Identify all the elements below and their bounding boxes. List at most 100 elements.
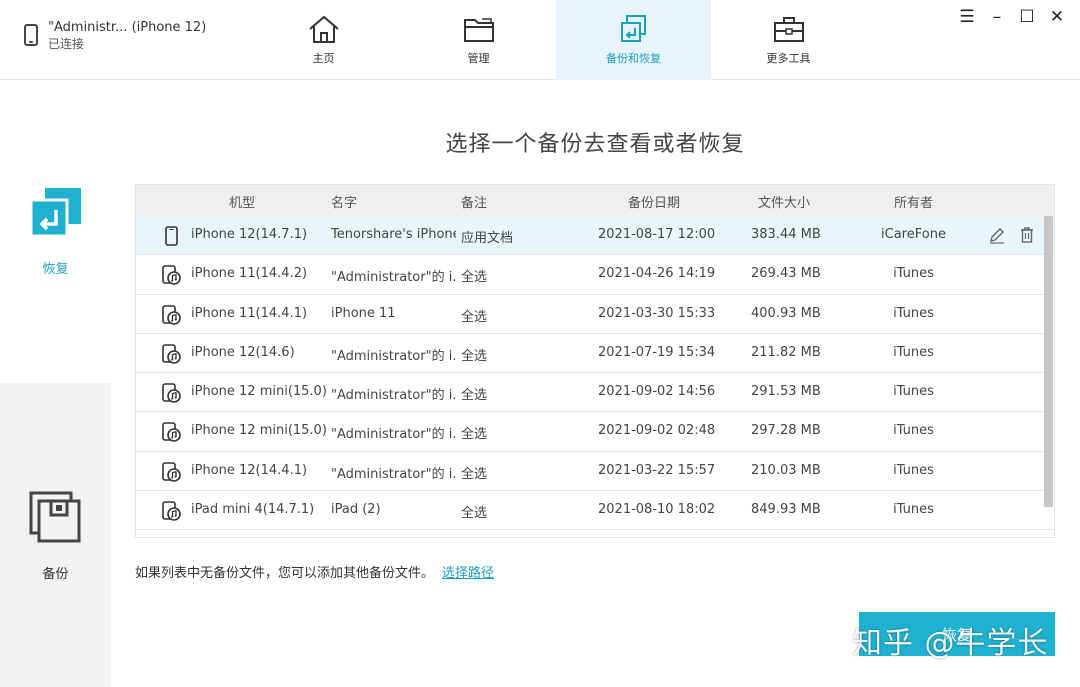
hint-text: 如果列表中无备份文件，您可以添加其他备份文件。 [135, 566, 435, 581]
col-size[interactable]: 文件大小 [758, 192, 810, 211]
cell-size: 291.53 MB [751, 384, 821, 400]
col-name[interactable]: 名字 [331, 192, 357, 211]
backup-table: 机型 名字 备注 备份日期 文件大小 所有者 iPhone 12(14.7.1)… [135, 184, 1055, 538]
edit-icon[interactable] [988, 226, 1006, 244]
cell-note: 全选 [461, 466, 488, 482]
phone-icon [160, 225, 182, 247]
cell-name: "Administrator"的 i... [331, 348, 456, 364]
cell-name: iPad (2) [331, 502, 381, 518]
table-row[interactable]: iPad mini 4(14.7.1) iPad (2) 全选 2021-08-10 … [136, 491, 1054, 531]
table-row[interactable]: iPhone 11(14.4.2) "Administrator"的 i... 全选… [136, 255, 1054, 295]
table-row[interactable]: iPhone 12 mini(15.0) "Administrator"的 i..… [136, 373, 1054, 413]
cell-name: "Administrator"的 i... [331, 388, 456, 404]
device-status: 已连接 [48, 37, 85, 51]
backup-restore-icon [620, 15, 646, 42]
itunes-backup-icon [160, 421, 182, 443]
sidebar-item-backup[interactable]: 备份 [0, 383, 111, 687]
col-note[interactable]: 备注 [461, 192, 487, 211]
cell-owner: iTunes [893, 423, 934, 439]
cell-note: 全选 [461, 506, 488, 522]
cell-name: Tenorshare's iPhone [331, 227, 456, 242]
top-bar: "Administr... (iPhone 12) 已连接 主页 管理 备份和恢… [0, 0, 1080, 80]
table-row[interactable]: iPhone 11(14.4.1) iPhone 11 全选 2021-03-30 1… [136, 295, 1054, 334]
cell-size: 297.28 MB [751, 423, 821, 439]
cell-name: iPhone 11 [331, 305, 396, 321]
sidebar: 恢复 备份 [0, 81, 111, 687]
itunes-backup-icon [160, 304, 182, 326]
close-icon[interactable]: ✕ [1042, 6, 1072, 28]
home-icon [308, 15, 339, 43]
cell-size: 400.93 MB [751, 305, 821, 321]
cell-note: 应用文档 [461, 231, 514, 246]
trash-icon[interactable] [1018, 226, 1036, 244]
cell-owner: iTunes [893, 266, 934, 282]
sidebar-backup-label: 备份 [42, 567, 69, 582]
maximize-icon[interactable]: ☐ [1012, 6, 1042, 28]
device-name: "Administr... (iPhone 12) [48, 20, 207, 35]
itunes-backup-icon [160, 343, 182, 365]
menu-icon[interactable]: ☰ [952, 6, 982, 28]
nav-backup-restore[interactable]: 备份和恢复 [556, 0, 711, 80]
cell-size: 269.43 MB [751, 266, 821, 282]
col-model[interactable]: 机型 [229, 192, 255, 211]
cell-owner: iTunes [893, 502, 934, 518]
table-row[interactable]: iPhone 12(14.7.1) Tenorshare's iPhone 应用文档… [136, 216, 1054, 256]
cell-note: 全选 [461, 388, 488, 404]
table-scrollbar[interactable] [1044, 216, 1053, 507]
table-row[interactable]: iPhone 12(14.4.1) "Administrator"的 i... 全选… [136, 452, 1054, 492]
restore-icon [29, 188, 81, 238]
nav-backup-restore-label: 备份和恢复 [606, 52, 661, 65]
itunes-backup-icon [160, 500, 182, 522]
cell-owner: iTunes [893, 384, 934, 400]
choose-path-link[interactable]: 选择路径 [442, 566, 494, 581]
minimize-icon[interactable]: – [982, 6, 1012, 28]
backup-icon [29, 491, 80, 543]
table-row[interactable]: iPhone 12 mini(15.0) "Administrator"的 i..… [136, 412, 1054, 452]
cell-note: 全选 [461, 270, 488, 286]
sidebar-item-restore[interactable]: 恢复 [0, 81, 111, 383]
nav-home[interactable]: 主页 [246, 0, 401, 80]
cell-note: 全选 [461, 309, 488, 325]
itunes-backup-icon [160, 461, 182, 483]
cell-model: iPhone 12(14.6) [191, 344, 295, 360]
cell-size: 383.44 MB [751, 227, 821, 242]
cell-date: 2021-08-17 12:00 [598, 227, 716, 242]
restore-button[interactable]: 恢复 [859, 612, 1055, 656]
page-title: 选择一个备份去查看或者恢复 [445, 132, 745, 157]
main-nav: 主页 管理 备份和恢复 更多工具 [246, 0, 866, 80]
col-date[interactable]: 备份日期 [628, 192, 680, 211]
cell-date: 2021-07-19 15:34 [598, 344, 716, 360]
cell-name: "Administrator"的 i... [331, 270, 456, 286]
phone-icon [24, 24, 38, 46]
cell-owner: iCareFone [881, 227, 946, 242]
table-row[interactable]: iPhone 12(14.6) "Administrator"的 i... 全选 20… [136, 334, 1054, 374]
col-owner[interactable]: 所有者 [894, 192, 933, 211]
hint-row: 如果列表中无备份文件，您可以添加其他备份文件。 选择路径 [135, 562, 494, 581]
nav-home-label: 主页 [312, 52, 335, 65]
cell-model: iPhone 11(14.4.2) [191, 266, 308, 282]
cell-owner: iTunes [893, 344, 934, 360]
row-actions [988, 226, 1036, 244]
cell-note: 全选 [461, 427, 488, 443]
itunes-backup-icon [160, 382, 182, 404]
table-header: 机型 名字 备注 备份日期 文件大小 所有者 [136, 185, 1054, 216]
cell-date: 2021-09-02 14:56 [598, 384, 716, 400]
cell-date: 2021-08-10 18:02 [598, 502, 716, 518]
cell-size: 211.82 MB [751, 344, 821, 360]
cell-model: iPhone 12(14.4.1) [191, 462, 308, 478]
cell-date: 2021-04-26 14:19 [598, 266, 716, 282]
sidebar-restore-label: 恢复 [42, 262, 69, 277]
cell-owner: iTunes [893, 462, 934, 478]
nav-more-tools-label: 更多工具 [766, 52, 811, 65]
cell-date: 2021-09-02 02:48 [598, 423, 716, 439]
toolbox-icon [773, 17, 804, 42]
cell-owner: iTunes [893, 305, 934, 321]
cell-model: iPhone 12 mini(15.0) [191, 384, 326, 400]
cell-date: 2021-03-22 15:57 [598, 462, 716, 478]
nav-manage[interactable]: 管理 [401, 0, 556, 80]
cell-date: 2021-03-30 15:33 [598, 305, 716, 321]
cell-model: iPhone 12(14.7.1) [191, 227, 308, 242]
cell-name: "Administrator"的 i... [331, 466, 456, 482]
nav-more-tools[interactable]: 更多工具 [711, 0, 866, 80]
nav-manage-label: 管理 [467, 52, 490, 65]
